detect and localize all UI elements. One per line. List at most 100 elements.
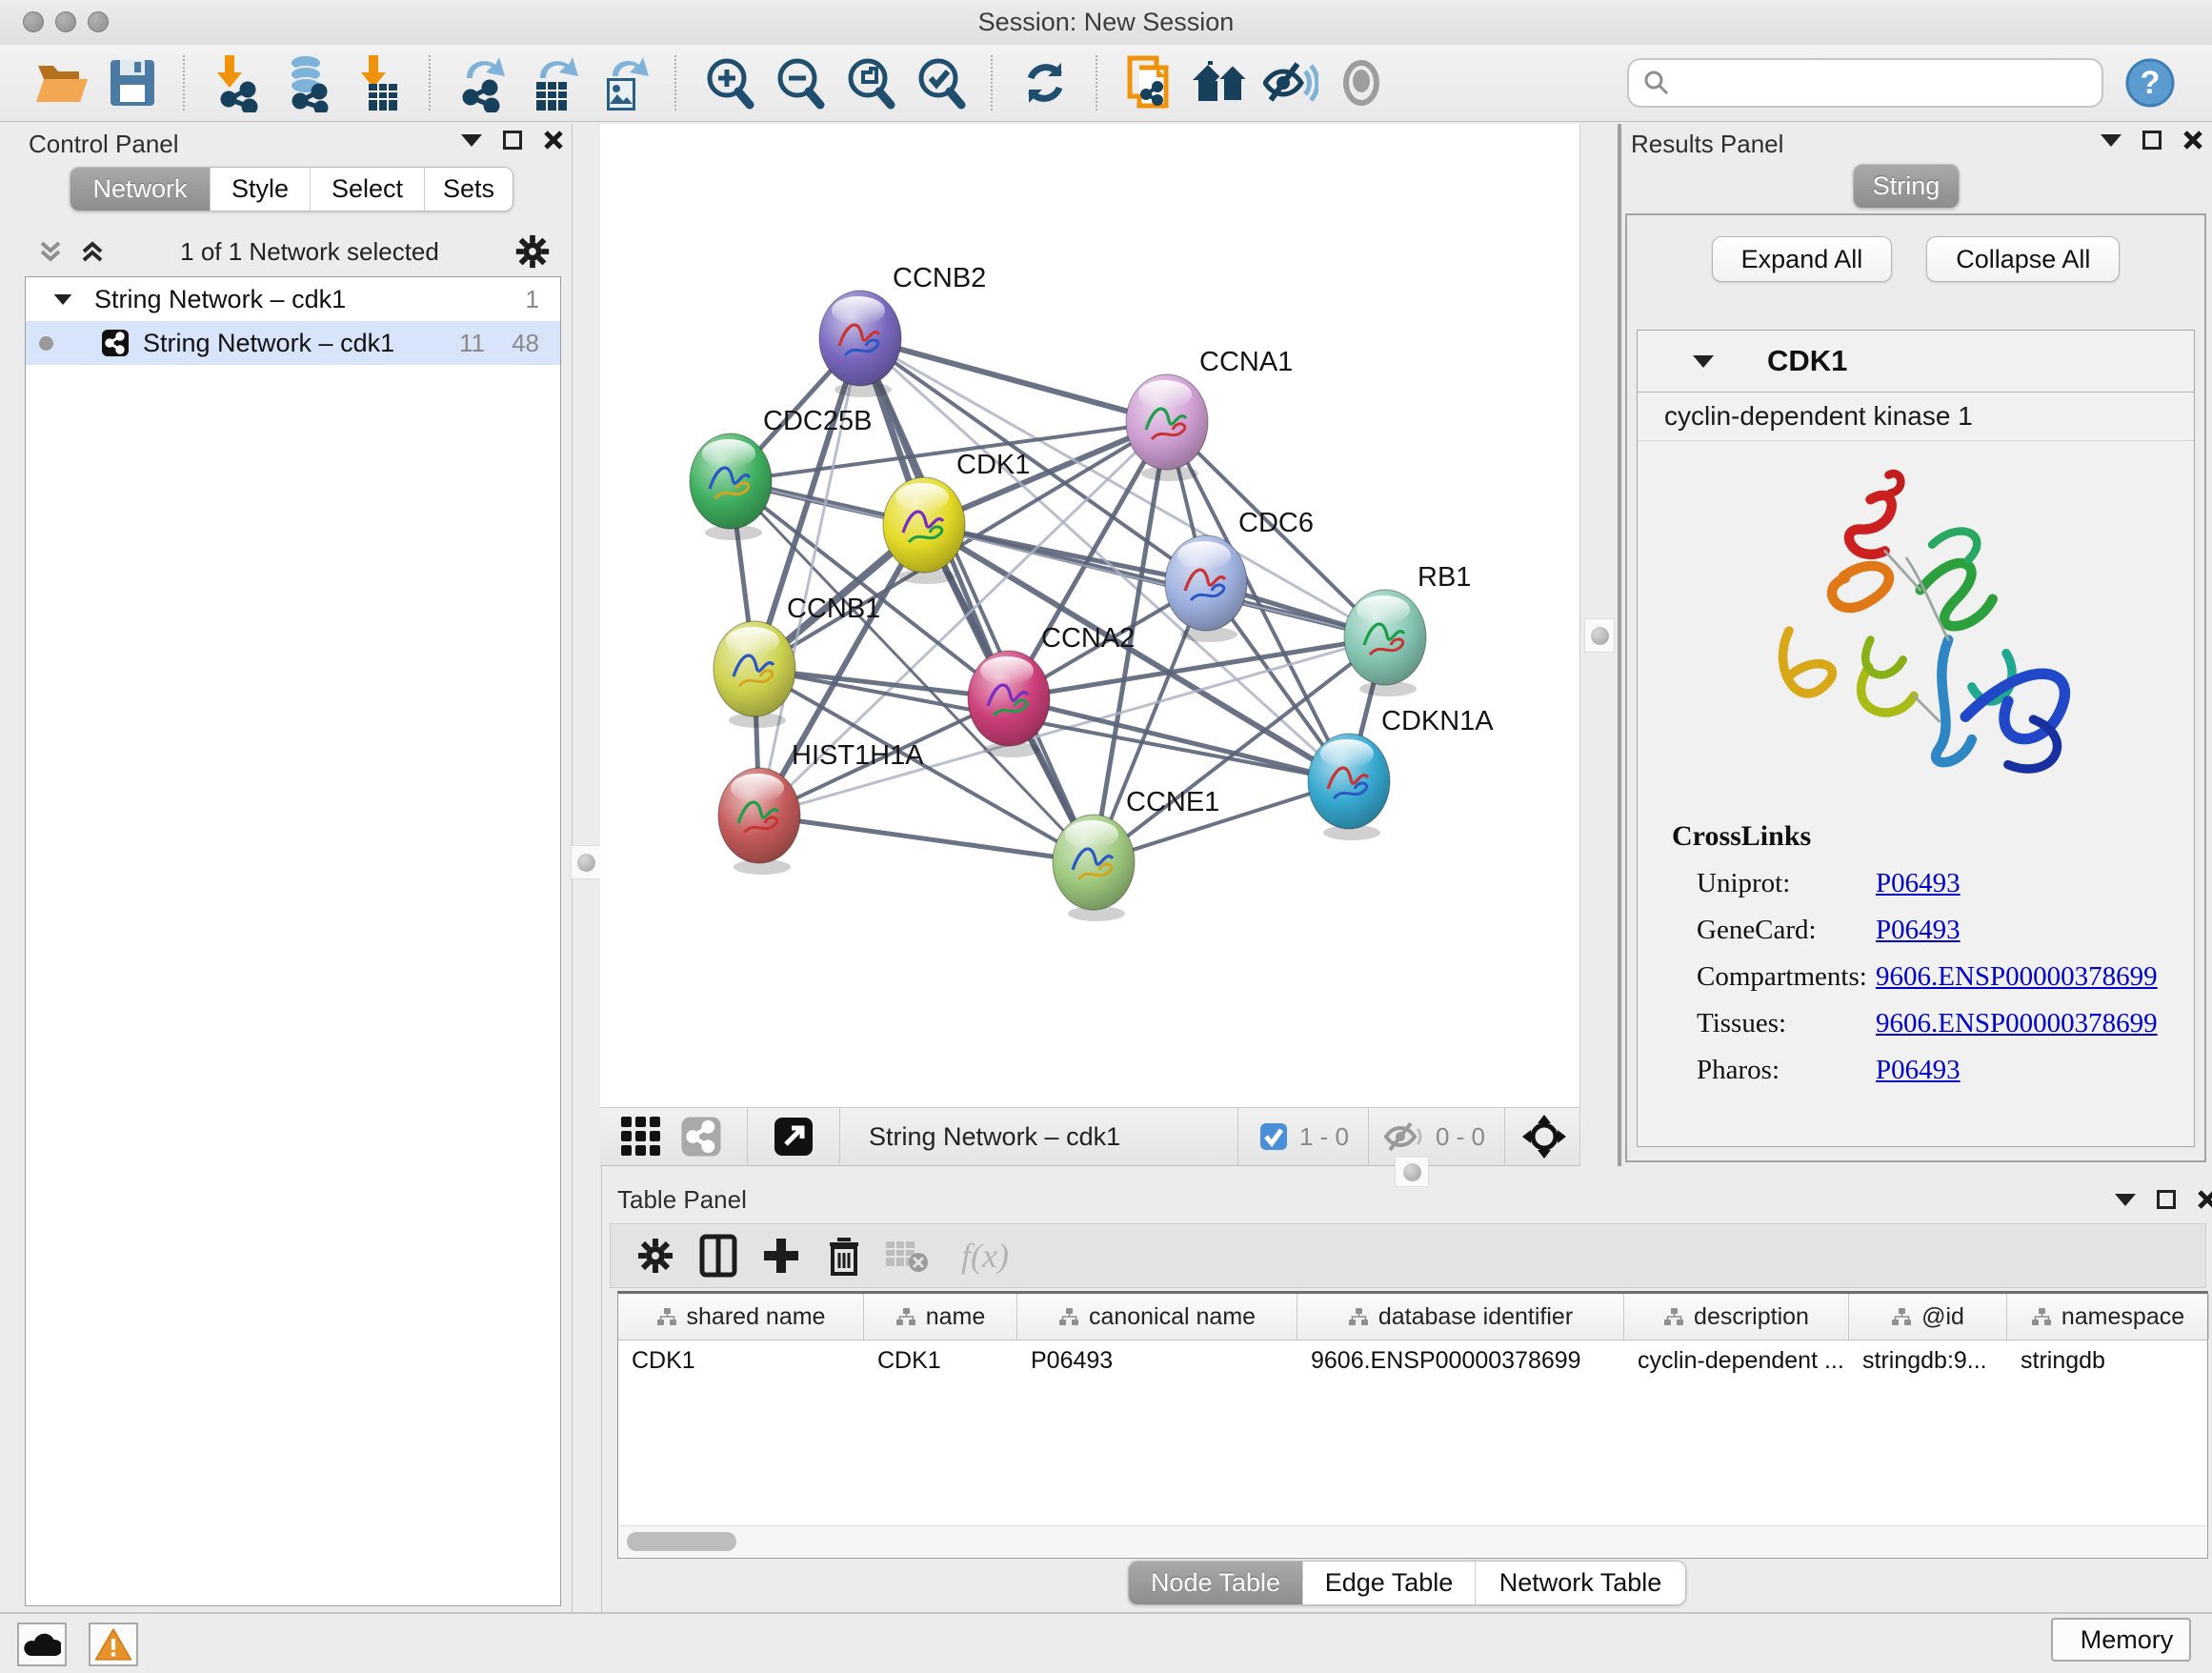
table-cell[interactable]: CDK1 (618, 1340, 864, 1381)
open-in-window-icon[interactable] (773, 1116, 814, 1158)
grid-annotation-icon[interactable] (619, 1115, 663, 1159)
function-builder-icon[interactable]: f(x) (942, 1229, 1028, 1282)
collapse-all-button[interactable]: Collapse All (1926, 236, 2120, 282)
hidden-eye-icon[interactable] (1384, 1119, 1424, 1154)
minimize-window-button[interactable] (55, 11, 76, 32)
tab-sets[interactable]: Sets (425, 168, 513, 211)
close-window-button[interactable] (23, 11, 44, 32)
hscrollbar-thumb[interactable] (627, 1532, 736, 1551)
network-node-CDKN1A[interactable]: CDKN1A (1308, 706, 1494, 840)
collapse-all-icon[interactable] (36, 239, 65, 264)
show-columns-icon[interactable] (691, 1229, 746, 1282)
column-header-database-identifier[interactable]: database identifier (1297, 1294, 1624, 1340)
table-cell[interactable]: stringdb (2007, 1340, 2209, 1381)
float-panel-icon[interactable] (2142, 131, 2162, 150)
tab-network-table[interactable]: Network Table (1476, 1562, 1685, 1604)
column-header-description[interactable]: description (1624, 1294, 1849, 1340)
network-collection-row[interactable]: String Network – cdk1 1 (26, 277, 560, 321)
network-node-CCNE1[interactable]: CCNE1 (1053, 787, 1219, 921)
left-splitter-handle[interactable] (571, 845, 601, 879)
close-panel-icon[interactable] (2182, 130, 2203, 151)
help-icon[interactable]: ? (2121, 52, 2180, 113)
delete-column-icon[interactable] (816, 1229, 872, 1282)
zoom-out-icon[interactable] (770, 52, 829, 113)
close-panel-icon[interactable] (543, 130, 564, 151)
export-image-icon[interactable] (594, 52, 654, 113)
expand-all-button[interactable]: Expand All (1712, 236, 1893, 282)
panel-menu-icon[interactable] (2101, 134, 2122, 147)
panel-menu-icon[interactable] (2115, 1194, 2136, 1206)
birdseye-crosshair-icon[interactable] (1522, 1115, 1566, 1159)
network-node-CCNA1[interactable]: CCNA1 (1126, 347, 1293, 481)
horizontal-splitter[interactable] (602, 1166, 2212, 1181)
network-node-CDC6[interactable]: CDC6 (1165, 508, 1314, 642)
hide-panels-eye-icon[interactable] (1261, 52, 1320, 113)
tab-edge-table[interactable]: Edge Table (1303, 1562, 1476, 1604)
collection-expander-icon[interactable] (54, 293, 72, 304)
column-header-name[interactable]: name (864, 1294, 1017, 1340)
selected-checkbox-icon[interactable] (1259, 1122, 1288, 1151)
save-session-icon[interactable] (103, 52, 162, 113)
home-icon[interactable] (1191, 52, 1250, 113)
crosslink-link[interactable]: P06493 (1876, 915, 1961, 946)
refresh-icon[interactable] (1016, 52, 1075, 113)
cloud-button[interactable] (17, 1623, 67, 1666)
column-header-canonical-name[interactable]: canonical name (1017, 1294, 1297, 1340)
table-cell[interactable]: cyclin-dependent ... (1624, 1340, 1849, 1381)
network-node-RB1[interactable]: RB1 (1344, 562, 1471, 696)
table-cell[interactable]: stringdb:9... (1849, 1340, 2007, 1381)
network-canvas[interactable]: CCNB2CCNA1CDC25BCDK1CDC6RB1CCNB1CCNA2CDK… (600, 124, 1579, 1107)
delete-table-icon[interactable] (879, 1229, 935, 1282)
export-network-icon[interactable] (453, 52, 513, 113)
right-splitter[interactable] (1579, 124, 1619, 1166)
node-label-CDKN1A: CDKN1A (1381, 706, 1494, 736)
table-row[interactable]: CDK1CDK1P064939606.ENSP00000378699cyclin… (618, 1340, 2207, 1381)
add-column-icon[interactable] (754, 1229, 809, 1282)
export-table-icon[interactable] (524, 52, 583, 113)
import-network-icon[interactable] (208, 52, 267, 113)
table-cell[interactable]: CDK1 (864, 1340, 1017, 1381)
import-database-icon[interactable] (278, 52, 337, 113)
string-share-icon[interactable] (680, 1116, 722, 1158)
zoom-fit-icon[interactable] (840, 52, 899, 113)
column-header-@id[interactable]: @id (1849, 1294, 2007, 1340)
clone-network-icon[interactable] (1120, 52, 1179, 113)
tab-string[interactable]: String (1854, 165, 1959, 208)
float-panel-icon[interactable] (503, 131, 522, 150)
search-input[interactable] (1680, 68, 2088, 99)
close-panel-icon[interactable] (2197, 1189, 2212, 1210)
right-splitter-handle[interactable] (1584, 618, 1615, 653)
zoom-selected-icon[interactable] (911, 52, 970, 113)
options-gear-icon[interactable] (513, 232, 553, 272)
warnings-button[interactable] (89, 1623, 138, 1666)
zoom-in-icon[interactable] (699, 52, 758, 113)
crosslink-link[interactable]: P06493 (1876, 1055, 1961, 1086)
gene-expander-icon[interactable] (1693, 355, 1714, 368)
open-session-icon[interactable] (32, 52, 91, 113)
tab-style[interactable]: Style (211, 168, 311, 211)
float-panel-icon[interactable] (2157, 1190, 2176, 1209)
import-table-icon[interactable] (349, 52, 408, 113)
table-cell[interactable]: 9606.ENSP00000378699 (1297, 1340, 1624, 1381)
tab-select[interactable]: Select (311, 168, 425, 211)
zoom-window-button[interactable] (88, 11, 109, 32)
tab-node-table[interactable]: Node Table (1129, 1562, 1303, 1604)
column-header-namespace[interactable]: namespace (2007, 1294, 2209, 1340)
show-panels-eye-icon[interactable] (1332, 52, 1391, 113)
panel-menu-icon[interactable] (461, 134, 482, 147)
table-hscrollbar[interactable] (619, 1525, 2206, 1557)
left-splitter[interactable] (572, 124, 602, 1612)
crosslink-link[interactable]: P06493 (1876, 868, 1961, 899)
network-node-CCNB1[interactable]: CCNB1 (714, 594, 880, 728)
gene-header-row[interactable]: CDK1 (1638, 331, 2194, 393)
column-header-shared-name[interactable]: shared name (618, 1294, 864, 1340)
expand-all-icon[interactable] (78, 239, 107, 264)
memory-button[interactable]: Memory (2051, 1618, 2191, 1662)
table-options-gear-icon[interactable] (628, 1229, 683, 1282)
table-cell[interactable]: P06493 (1017, 1340, 1297, 1381)
network-node-HIST1H1A[interactable]: HIST1H1A (718, 740, 924, 875)
network-row-selected[interactable]: String Network – cdk1 11 48 (26, 321, 560, 365)
crosslink-link[interactable]: 9606.ENSP00000378699 (1876, 1008, 2158, 1039)
tab-network[interactable]: Network (70, 168, 211, 211)
crosslink-link[interactable]: 9606.ENSP00000378699 (1876, 961, 2158, 993)
